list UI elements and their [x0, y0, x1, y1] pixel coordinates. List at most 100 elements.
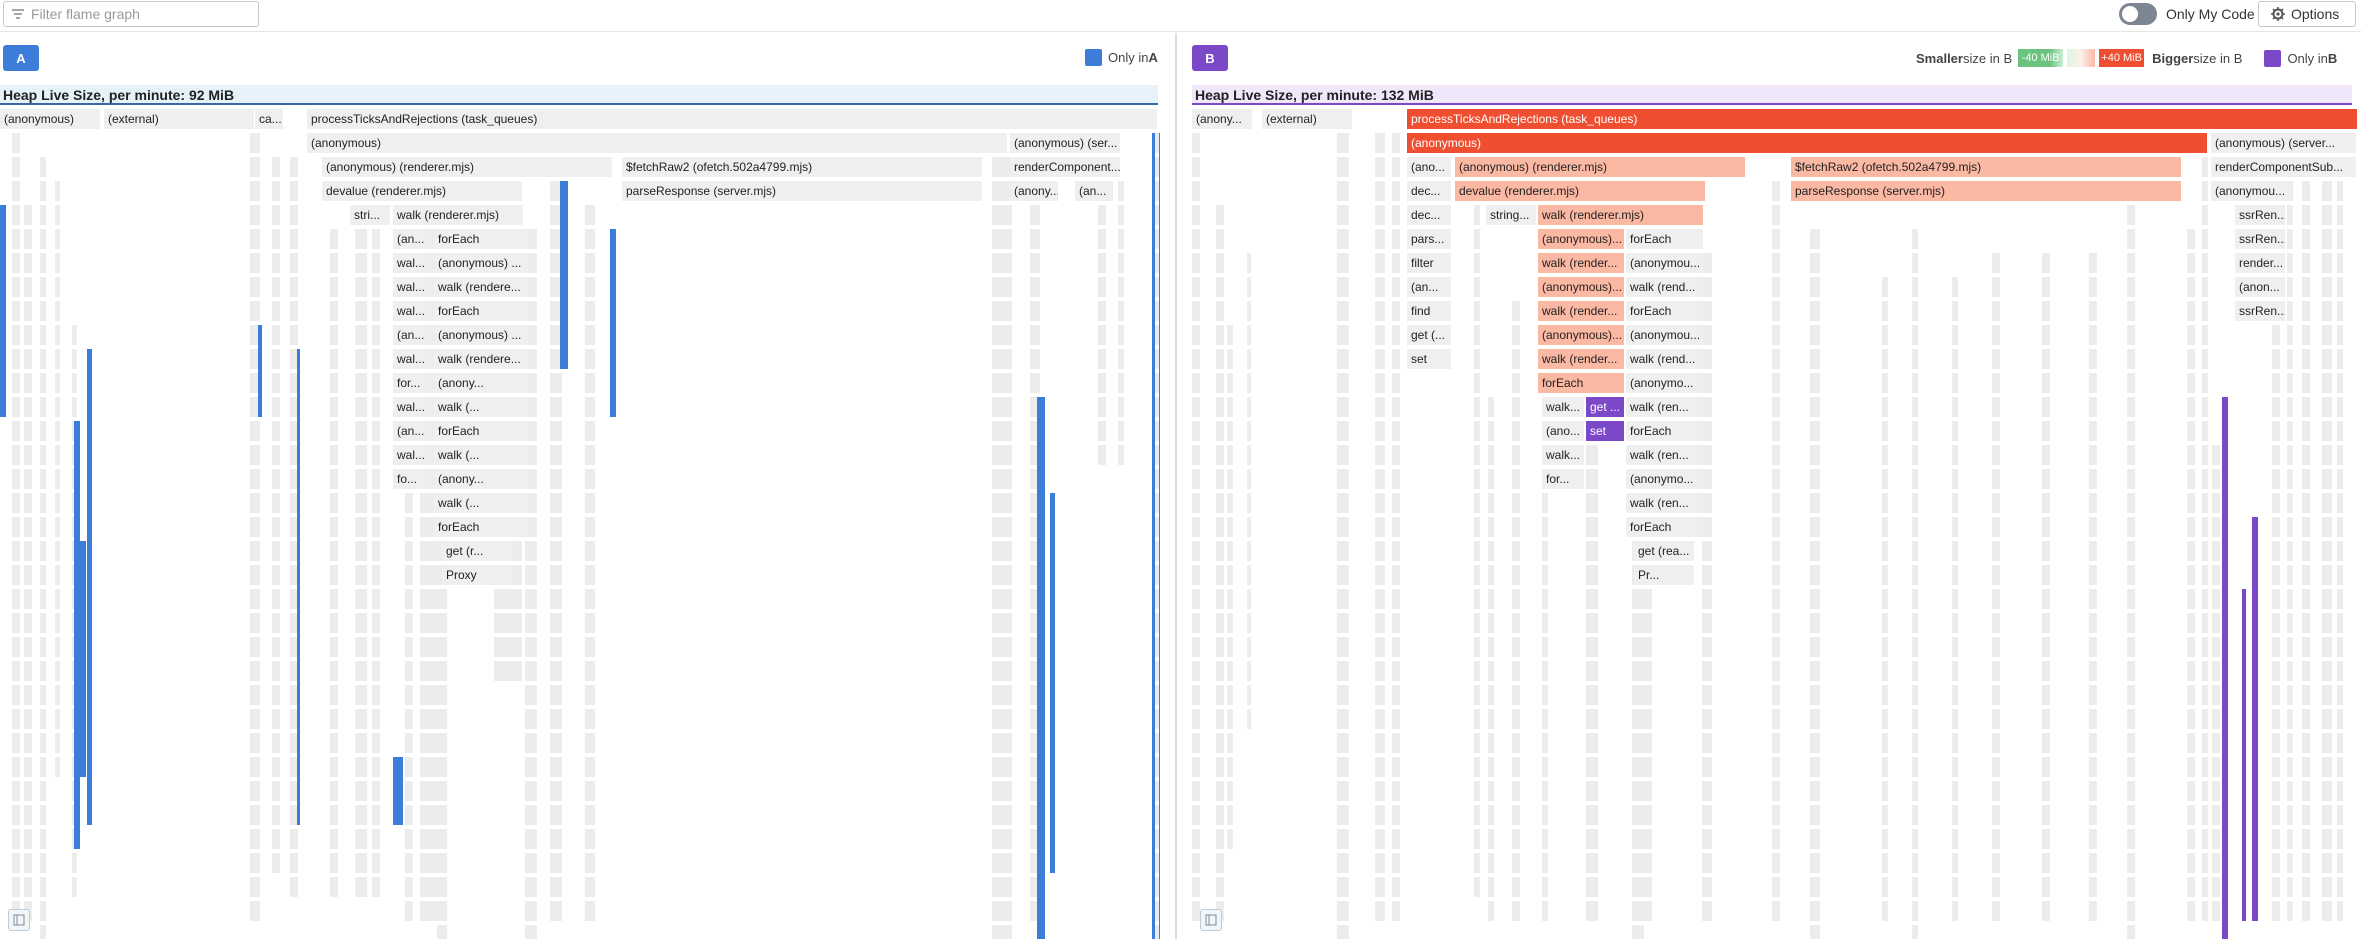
- flame-stack[interactable]: [2337, 157, 2343, 921]
- filter-input[interactable]: [31, 6, 251, 22]
- flame-graph-a[interactable]: (anonymous) (external) ca... processTicksAn…: [0, 109, 1162, 939]
- flame-stack[interactable]: [1155, 133, 1159, 939]
- flame-frame[interactable]: (ano...: [1407, 157, 1451, 177]
- flame-stack[interactable]: [372, 205, 380, 897]
- flame-frame[interactable]: (external): [1262, 109, 1352, 129]
- flame-stack[interactable]: [1375, 133, 1385, 921]
- flame-stack[interactable]: [2222, 397, 2228, 939]
- flame-frame[interactable]: wal...: [393, 253, 431, 273]
- flame-frame[interactable]: renderComponentSub...: [2211, 157, 2356, 177]
- flame-stack[interactable]: [1952, 277, 1958, 921]
- flame-frame[interactable]: $fetchRaw2 (ofetch.502a4799.mjs): [622, 157, 982, 177]
- flame-frame[interactable]: (anonymous)...: [1538, 277, 1624, 297]
- flame-frame[interactable]: forEach: [1626, 229, 1703, 249]
- flame-stack[interactable]: [393, 757, 403, 825]
- flame-frame[interactable]: (an...: [393, 421, 431, 441]
- flame-frame[interactable]: walk (ren...: [1626, 397, 1703, 417]
- flame-frame[interactable]: get (...: [1407, 325, 1451, 345]
- flame-frame[interactable]: (anonymous)...: [1538, 229, 1624, 249]
- flame-frame[interactable]: (anonymous) (ser...: [1010, 133, 1120, 153]
- flame-stack[interactable]: [1247, 253, 1251, 729]
- flame-frame[interactable]: walk...: [1542, 445, 1584, 465]
- flame-frame[interactable]: devalue (renderer.mjs): [322, 181, 522, 201]
- flame-stack[interactable]: [258, 325, 262, 417]
- flame-frame[interactable]: stri...: [350, 205, 390, 225]
- collapse-panel-button-b[interactable]: [1200, 909, 1222, 931]
- flame-frame[interactable]: (anony...: [1192, 109, 1252, 129]
- flame-stack[interactable]: [2042, 253, 2050, 921]
- flame-frame[interactable]: string...: [1486, 205, 1536, 225]
- pane-b-button[interactable]: B: [1192, 45, 1228, 71]
- flame-stack[interactable]: [1512, 301, 1520, 921]
- flame-frame[interactable]: (anony...: [434, 469, 528, 489]
- flame-frame[interactable]: (anon...: [2235, 277, 2285, 297]
- flame-stack[interactable]: [2202, 157, 2208, 921]
- flame-stack[interactable]: [2089, 253, 2097, 921]
- flame-stack[interactable]: [2212, 445, 2220, 921]
- flame-frame[interactable]: (anonymous)...: [1538, 325, 1624, 345]
- flame-stack[interactable]: [55, 181, 60, 777]
- flame-frame[interactable]: walk (renderer.mjs): [1538, 205, 1703, 225]
- flame-frame[interactable]: (anonymous) (server...: [2211, 133, 2356, 153]
- flame-stack[interactable]: [24, 205, 32, 921]
- flame-stack[interactable]: [610, 229, 616, 417]
- flame-frame[interactable]: walk (rend...: [1626, 277, 1703, 297]
- flame-frame[interactable]: wal...: [393, 397, 431, 417]
- flame-frame[interactable]: walk (render...: [1538, 301, 1624, 321]
- flame-frame[interactable]: (anonymous): [1407, 133, 2207, 153]
- flame-frame[interactable]: dec...: [1407, 181, 1451, 201]
- flame-frame[interactable]: (anonymo...: [1626, 469, 1703, 489]
- flame-frame[interactable]: forEach: [1538, 373, 1624, 393]
- flame-frame[interactable]: get (rea...: [1634, 541, 1694, 561]
- flame-frame[interactable]: (anonymous) (renderer.mjs): [322, 157, 612, 177]
- flame-frame[interactable]: Pr...: [1634, 565, 1694, 585]
- flame-frame[interactable]: (anonymous) ...: [434, 325, 528, 345]
- flame-stack[interactable]: [355, 229, 367, 897]
- flame-frame[interactable]: (anony...: [1010, 181, 1058, 201]
- flame-stack[interactable]: [1912, 229, 1918, 939]
- flame-frame[interactable]: for...: [393, 373, 431, 393]
- flame-stack[interactable]: [1337, 133, 1349, 939]
- flame-frame[interactable]: walk (...: [434, 397, 528, 417]
- flame-frame[interactable]: walk (ren...: [1626, 445, 1703, 465]
- flame-frame[interactable]: wal...: [393, 277, 431, 297]
- flame-frame[interactable]: forEach: [1626, 421, 1703, 441]
- flame-frame[interactable]: set: [1407, 349, 1451, 369]
- flame-frame[interactable]: walk...: [1542, 397, 1584, 417]
- flame-frame[interactable]: walk (render...: [1538, 253, 1624, 273]
- flame-frame[interactable]: fo...: [393, 469, 431, 489]
- flame-frame[interactable]: get ...: [1586, 397, 1624, 417]
- flame-stack[interactable]: [1810, 229, 1820, 939]
- collapse-panel-button-a[interactable]: [8, 909, 30, 931]
- flame-stack[interactable]: [330, 229, 338, 897]
- flame-frame[interactable]: (anony...: [434, 373, 528, 393]
- flame-frame[interactable]: pars...: [1407, 229, 1451, 249]
- flame-frame[interactable]: ssrRen...: [2235, 301, 2285, 321]
- flame-frame[interactable]: walk (rendere...: [434, 349, 528, 369]
- flame-stack[interactable]: [1192, 133, 1200, 921]
- flame-frame[interactable]: (anonymous): [307, 133, 1007, 153]
- flame-frame[interactable]: $fetchRaw2 (ofetch.502a4799.mjs): [1791, 157, 2181, 177]
- flame-frame[interactable]: filter: [1407, 253, 1451, 273]
- flame-stack[interactable]: [1227, 325, 1233, 849]
- pane-divider[interactable]: [1175, 33, 1177, 939]
- flame-frame[interactable]: devalue (renderer.mjs): [1455, 181, 1705, 201]
- flame-stack[interactable]: [297, 349, 300, 825]
- flame-stack[interactable]: [250, 133, 260, 921]
- flame-stack[interactable]: [80, 541, 86, 777]
- flame-frame[interactable]: (an...: [393, 325, 431, 345]
- flame-frame[interactable]: forEach: [434, 421, 528, 441]
- flame-stack[interactable]: [992, 133, 1002, 939]
- flame-frame[interactable]: (ano...: [1542, 421, 1584, 441]
- flame-stack[interactable]: [1488, 397, 1494, 921]
- flame-stack[interactable]: [1002, 157, 1012, 939]
- flame-frame[interactable]: walk (...: [434, 493, 528, 513]
- flame-stack[interactable]: [2127, 181, 2135, 939]
- flame-stack[interactable]: [1882, 277, 1888, 921]
- flame-stack[interactable]: [1702, 253, 1712, 921]
- flame-frame[interactable]: (external): [104, 109, 254, 129]
- flame-stack[interactable]: [2302, 157, 2310, 921]
- flame-stack[interactable]: [560, 181, 568, 369]
- flame-frame[interactable]: (anonymou...: [2211, 181, 2291, 201]
- flame-frame[interactable]: (an...: [393, 229, 431, 249]
